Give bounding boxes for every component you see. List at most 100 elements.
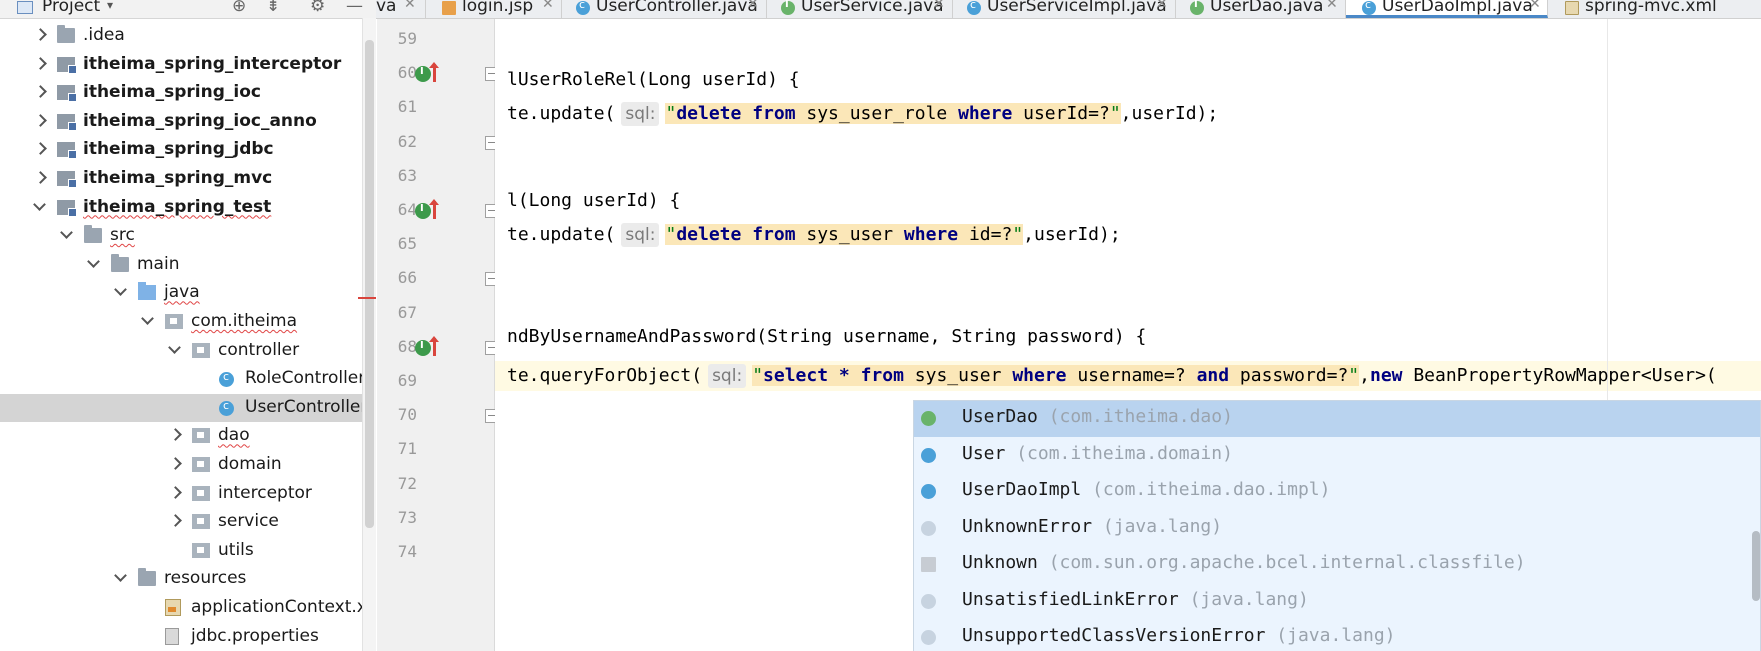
tree-item[interactable]: itheima_spring_interceptor (0, 51, 362, 79)
tree-item[interactable]: controller (0, 337, 362, 365)
error-class-icon (921, 630, 936, 645)
completion-name: UnsupportedClassVersionError (962, 625, 1266, 646)
tab-userdaoimpl-java[interactable]: UserDaoImpl.java ✕ (1346, 0, 1548, 18)
tree-item[interactable]: RoleController (0, 365, 365, 393)
chevron-right-icon[interactable] (168, 486, 180, 500)
tree-item[interactable]: com.itheima (0, 308, 362, 336)
completion-item[interactable]: UnsupportedClassVersionError (java.lang) (914, 620, 1760, 651)
code-line-69: te.queryForObject(sql: "select * from sys… (507, 361, 1717, 391)
tree-item[interactable]: domain (0, 451, 362, 479)
tree-item[interactable]: itheima_spring_test (0, 194, 362, 222)
tree-item[interactable]: utils (0, 537, 362, 565)
collapse-icon[interactable]: ⇟ (266, 0, 280, 16)
interface-icon (781, 0, 795, 15)
overrides-arrow-icon[interactable] (429, 335, 439, 356)
implements-method-icon[interactable] (415, 66, 431, 83)
locate-icon[interactable]: ⊕ (232, 0, 246, 16)
completion-item-label: UnsatisfiedLinkError (java.lang) (962, 589, 1309, 610)
project-panel-title[interactable]: Project (42, 0, 100, 16)
chevron-right-icon[interactable] (33, 57, 45, 71)
tree-item[interactable]: UserController (0, 393, 367, 422)
chevron-right-icon[interactable] (33, 28, 45, 42)
close-icon[interactable]: ✕ (404, 0, 416, 12)
tab-login-jsp[interactable]: login.jsp ✕ (426, 0, 562, 18)
implements-method-icon[interactable] (415, 339, 431, 356)
tab-usercontroller-java[interactable]: UserController.java ✕ (562, 0, 767, 18)
gear-icon[interactable]: ⚙ (310, 0, 325, 16)
close-icon[interactable]: ✕ (1326, 0, 1338, 12)
project-scrollbar[interactable] (362, 18, 376, 651)
tree-item[interactable]: itheima_spring_ioc (0, 79, 362, 107)
line-number: 68 (397, 336, 417, 356)
tree-item[interactable]: service (0, 508, 362, 536)
completion-scrollbar[interactable] (1752, 531, 1760, 601)
quote: " (665, 224, 677, 245)
chevron-down-icon[interactable] (114, 285, 126, 299)
completion-item[interactable]: UserDao (com.itheima.dao) (914, 401, 1760, 437)
tab-label: UserDaoImpl.java (1382, 0, 1533, 16)
tab-userdao-java[interactable]: UserDao.java ✕ (1176, 0, 1346, 18)
editor-gutter[interactable]: 59 60 61 62 63 64 65 66 67 68 69 70 71 72 73 74 (377, 19, 499, 651)
error-marker (358, 297, 376, 299)
tree-item[interactable]: applicationContext.xml (0, 594, 376, 622)
close-icon[interactable]: ✕ (1156, 0, 1168, 12)
chevron-down-icon[interactable] (168, 343, 180, 357)
chevron-down-icon[interactable]: ▾ (107, 0, 113, 12)
chevron-right-icon[interactable] (33, 142, 45, 156)
tree-item[interactable]: java (0, 279, 362, 307)
overrides-arrow-icon[interactable] (429, 199, 439, 219)
tab-label: UserController.java (596, 0, 758, 16)
tree-item[interactable]: .idea (0, 22, 362, 50)
chevron-down-icon[interactable] (60, 228, 72, 242)
sql-keyword: select (763, 365, 839, 386)
close-icon[interactable]: ✕ (933, 0, 945, 12)
chevron-down-icon[interactable] (33, 200, 45, 214)
close-icon[interactable]: ✕ (747, 0, 759, 12)
chevron-right-icon[interactable] (168, 514, 180, 528)
chevron-right-icon[interactable] (168, 428, 180, 442)
completion-item[interactable]: UserDaoImpl (com.itheima.dao.impl) (914, 474, 1760, 510)
tab-userservice-java[interactable]: UserService.java ✕ (767, 0, 953, 18)
completion-item[interactable]: UnknownError (java.lang) (914, 511, 1760, 547)
chevron-right-icon[interactable] (33, 85, 45, 99)
tab-spring-mvc-xml[interactable]: spring-mvc.xml (1549, 0, 1761, 18)
chevron-down-icon[interactable] (141, 314, 153, 328)
tree-item[interactable]: jdbc.properties (0, 623, 362, 651)
completion-item[interactable]: User (com.itheima.domain) (914, 438, 1760, 474)
tab-userserviceimpl-java[interactable]: UserServiceImpl.java ✕ (953, 0, 1176, 18)
chevron-right-icon[interactable] (33, 114, 45, 128)
chevron-down-icon[interactable] (87, 257, 99, 271)
interface-icon (921, 411, 936, 426)
completion-item-label: UnsupportedClassVersionError (java.lang) (962, 625, 1396, 646)
project-panel: Project ▾ ⊕ ⇟ ⚙ — .idea itheima_spring_in… (0, 0, 376, 651)
minimize-icon[interactable]: — (346, 0, 363, 16)
implements-method-icon[interactable] (415, 203, 431, 219)
jsp-file-icon (442, 1, 456, 15)
close-icon[interactable]: ✕ (542, 0, 554, 12)
tree-item[interactable]: itheima_spring_ioc_anno (0, 108, 362, 136)
project-scrollbar-thumb[interactable] (365, 40, 374, 528)
tree-item[interactable]: dao (0, 422, 362, 450)
completion-item[interactable]: Unknown (com.sun.org.apache.bcel.interna… (914, 547, 1760, 583)
tree-item-label: itheima_spring_interceptor (83, 53, 342, 74)
close-icon[interactable]: ✕ (1529, 0, 1541, 12)
class-icon (576, 0, 590, 15)
chevron-right-icon[interactable] (33, 171, 45, 185)
tree-item[interactable]: main (0, 251, 362, 279)
tree-item[interactable]: itheima_spring_jdbc (0, 136, 362, 164)
package-icon (192, 514, 210, 530)
tree-item[interactable]: interceptor (0, 480, 362, 508)
sql-text: sys_user_role (806, 103, 959, 124)
chevron-right-icon[interactable] (168, 457, 180, 471)
overrides-arrow-icon[interactable] (429, 62, 439, 83)
tree-item[interactable]: resources (0, 565, 362, 593)
tree-item[interactable]: src (0, 222, 362, 250)
code-text: te.update( (507, 224, 616, 245)
tab-partial[interactable]: va ✕ (376, 0, 426, 18)
completion-item[interactable]: UnsatisfiedLinkError (java.lang) (914, 584, 1760, 620)
chevron-down-icon[interactable] (114, 571, 126, 585)
tree-item[interactable]: itheima_spring_mvc (0, 165, 362, 193)
